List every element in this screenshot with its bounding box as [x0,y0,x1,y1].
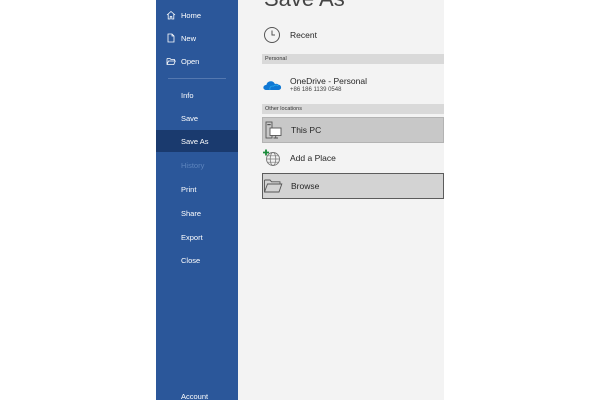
location-onedrive-label: OneDrive - Personal [290,75,368,86]
nav-item-open[interactable]: Open [156,50,238,72]
onedrive-account: +86 186 1139 0548 [290,86,342,93]
save-as-pane: Save As Recent Personal OneDrive - Perso… [238,0,444,400]
location-browse[interactable]: Browse [262,173,444,199]
nav-label-save: Save [181,113,199,123]
nav-item-save[interactable]: Save [156,107,238,129]
onedrive-cloud-icon [262,75,282,95]
nav-item-print[interactable]: Print [156,178,238,200]
nav-divider [168,78,226,79]
nav-item-new[interactable]: New [156,27,238,49]
page-title: Save As [264,0,345,12]
location-recent-label: Recent [290,30,317,40]
home-icon [166,10,176,20]
nav-label-info: Info [181,90,194,100]
nav-item-info[interactable]: Info [156,84,238,106]
location-browse-label: Browse [291,181,320,191]
location-add-a-place[interactable]: Add a Place [262,146,444,170]
nav-label-history: History [181,160,205,170]
computer-icon [263,120,283,140]
location-recent[interactable]: Recent [262,24,444,46]
nav-item-close[interactable]: Close [156,249,238,271]
clock-icon [262,25,282,45]
onedrive-text: OneDrive - Personal +86 186 1139 0548 [290,76,367,94]
section-header-other-locations: Other locations [262,104,444,114]
nav-label-share: Share [181,208,202,218]
nav-label-home: Home [181,10,202,20]
backstage-nav: Home New Open Info Save Save As History [156,0,238,400]
nav-item-share[interactable]: Share [156,202,238,224]
new-document-icon [166,33,176,43]
location-add-a-place-label: Add a Place [290,153,336,163]
nav-item-home[interactable]: Home [156,4,238,26]
add-globe-icon [262,148,282,168]
location-this-pc-label: This PC [291,125,322,135]
section-header-personal: Personal [262,54,444,64]
folder-open-icon [166,56,176,66]
nav-label-open: Open [181,56,200,66]
nav-label-account: Account [181,391,209,400]
nav-label-export: Export [181,232,203,242]
nav-label-print: Print [181,184,197,194]
backstage-window: Home New Open Info Save Save As History [156,0,444,400]
location-this-pc[interactable]: This PC [262,117,444,143]
nav-label-close: Close [181,255,201,265]
folder-icon [263,176,283,196]
nav-label-new: New [181,33,197,43]
nav-item-export[interactable]: Export [156,226,238,248]
nav-label-save-as: Save As [181,136,209,146]
location-onedrive[interactable]: OneDrive - Personal +86 186 1139 0548 [262,72,444,98]
nav-item-account[interactable]: Account [156,385,238,400]
nav-item-save-as[interactable]: Save As [156,130,238,152]
nav-item-history: History [156,154,238,176]
